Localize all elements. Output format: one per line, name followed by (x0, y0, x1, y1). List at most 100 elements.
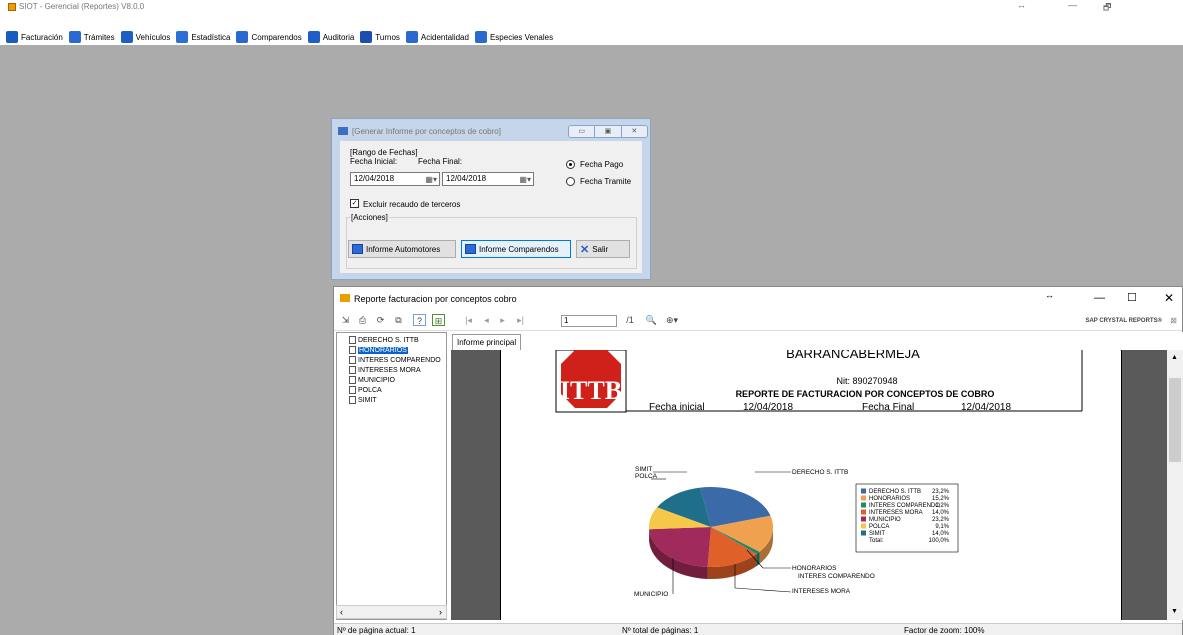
tree-item[interactable]: MUNICIPIO (349, 376, 395, 384)
menu-ticket[interactable]: Comparendos (236, 31, 302, 43)
refresh-icon[interactable]: ⟳ (374, 314, 387, 326)
exclude-checkbox[interactable]: ✓ (350, 199, 359, 208)
report-nit: Nit: 890270948 (836, 376, 897, 386)
menu-clipboard-check[interactable]: Trámites (68, 31, 115, 43)
tree-item[interactable]: DERECHO S. ITTB (349, 336, 419, 344)
tree-item[interactable]: POLCA (349, 386, 382, 394)
report-heading: REPORTE DE FACTURACION POR CONCEPTOS DE … (736, 389, 995, 399)
menu-tag[interactable]: Turnos (360, 31, 400, 43)
report-window-title: Reporte facturacion por conceptos cobro (354, 294, 517, 304)
report-maximize-button[interactable]: ☐ (1127, 291, 1137, 304)
truck-icon (120, 31, 133, 43)
tree-item[interactable]: HONORARIOS (349, 346, 408, 354)
vertical-scrollbar[interactable]: ▲ ▼ (1167, 350, 1183, 620)
next-page-icon[interactable]: ▸ (496, 314, 509, 326)
legend-value: 1,2% (935, 503, 949, 509)
document-icon (349, 356, 356, 364)
resize-icon[interactable]: ↔ (1017, 0, 1026, 10)
status-zoom: Factor de zoom: 100% (904, 626, 985, 635)
salir-button[interactable]: ✕ Salir (576, 240, 630, 258)
legend-label: DERECHO S. ITTB (869, 489, 921, 495)
tree-item-label: POLCA (358, 386, 382, 394)
tree-hscrollbar[interactable]: ‹ › (336, 605, 447, 619)
legend-label: SIMIT (869, 531, 885, 537)
page-number-input[interactable]: 1 (561, 315, 617, 327)
calendar-dropdown-icon[interactable]: ▦▾ (425, 175, 437, 184)
find-icon[interactable]: 🔍 (645, 314, 658, 326)
print-icon[interactable]: ⎙ (356, 314, 369, 326)
dialog-close-button[interactable]: ✕ (621, 126, 647, 137)
menu-buildings[interactable]: Acidentalidad (405, 31, 469, 43)
status-bar: Nº de página actual: 1 Nº total de págin… (334, 623, 1182, 635)
menu-chart-doc[interactable]: Estadística (176, 31, 230, 43)
chart-doc-icon (176, 31, 189, 43)
legend-swatch (861, 516, 866, 522)
export-icon[interactable]: ⇲ (339, 314, 352, 326)
ticket-icon (236, 31, 249, 43)
stamp-icon (474, 31, 487, 43)
radio-fecha-pago[interactable] (566, 160, 575, 169)
calendar-dropdown-icon[interactable]: ▦▾ (519, 175, 531, 184)
leader-line (734, 587, 792, 593)
menu-label: Turnos (375, 32, 400, 42)
menu-truck[interactable]: Vehículos (120, 31, 170, 43)
app-title: SIOT - Gerencial (Reportes) V8.0.0 (19, 2, 145, 11)
zoom-icon[interactable]: ⊕▾ (662, 314, 682, 326)
menu-dollar[interactable]: Facturación (6, 31, 63, 43)
first-page-icon[interactable]: |◂ (462, 314, 475, 326)
dialog-title: [Generar Informe por conceptos de cobro] (352, 127, 501, 136)
slice-label: HONORARIOS (792, 565, 837, 572)
last-page-icon[interactable]: ▸| (514, 314, 527, 326)
legend-swatch (861, 488, 866, 494)
scroll-left-icon[interactable]: ‹ (340, 607, 343, 617)
start-date-value: 12/04/2018 (354, 174, 395, 183)
report-city: BARRANCABERMEJA (786, 350, 920, 361)
document-icon (349, 376, 356, 384)
prev-page-icon[interactable]: ◂ (480, 314, 493, 326)
end-date-field[interactable]: 12/04/2018 ▦▾ (442, 172, 534, 186)
date-range-label: [Rango de Fechas] (350, 148, 418, 157)
group-tree-icon[interactable]: ⊞ (432, 314, 445, 326)
tab-informe-principal[interactable]: Informe principal (452, 334, 522, 350)
legend-label: INTERESES MORA (869, 510, 923, 516)
tree-item[interactable]: INTERESES MORA (349, 366, 421, 374)
report-end-label: Fecha Final (862, 402, 914, 413)
report-window: Reporte facturacion por conceptos cobro … (333, 286, 1183, 635)
logo-text: ITTB (560, 376, 622, 405)
close-panel-icon[interactable]: ⊠ (1170, 316, 1177, 325)
scroll-thumb[interactable] (1169, 378, 1181, 462)
tree-item[interactable]: SIMIT (349, 396, 377, 404)
legend-value: 9,1% (935, 524, 949, 530)
radio-fecha-tramite[interactable] (566, 177, 575, 186)
scroll-right-icon[interactable]: › (439, 607, 442, 617)
start-date-label: Fecha Inicial: (350, 157, 398, 166)
end-date-value: 12/04/2018 (446, 174, 487, 183)
report-end-value: 12/04/2018 (961, 402, 1011, 413)
tree-item[interactable]: INTERES COMPARENDO (349, 356, 441, 364)
minimize-button[interactable]: — (1068, 0, 1077, 10)
status-total-pages: Nº total de páginas: 1 (622, 626, 699, 635)
buildings-icon (405, 31, 418, 43)
report-minimize-button[interactable]: — (1094, 292, 1105, 304)
exclude-label: Excluir recaudo de terceros (363, 200, 461, 209)
dialog-maximize-button[interactable]: ▣ (595, 126, 622, 137)
report-title-bar: Reporte facturacion por conceptos cobro … (334, 287, 1182, 309)
copy-icon[interactable]: ⧉ (392, 314, 405, 326)
informe-automotores-button[interactable]: Informe Automotores (348, 240, 456, 258)
scroll-up-icon[interactable]: ▲ (1171, 354, 1178, 361)
tree-item-label: SIMIT (358, 396, 377, 404)
start-date-field[interactable]: 12/04/2018 ▦▾ (350, 172, 440, 186)
report-page: ITTB BARRANCABERMEJA Nit: 890270948 REPO… (500, 350, 1122, 620)
resize-icon[interactable]: ↔ (1045, 290, 1054, 300)
legend-swatch (861, 523, 866, 529)
menu-stamp[interactable]: Especies Venales (474, 31, 553, 43)
scroll-down-icon[interactable]: ▼ (1171, 608, 1178, 615)
menu-audit[interactable]: Auditoria (307, 31, 354, 43)
report-close-button[interactable]: ✕ (1164, 291, 1174, 305)
legend-total-label: Total: (869, 538, 884, 544)
slice-label: POLCA (635, 473, 658, 480)
report-viewport: ITTB BARRANCABERMEJA Nit: 890270948 REPO… (451, 350, 1167, 620)
informe-comparendos-button[interactable]: Informe Comparendos (461, 240, 571, 258)
dialog-minimize-button[interactable]: ▭ (569, 126, 596, 137)
help-icon[interactable]: ? (413, 314, 426, 326)
